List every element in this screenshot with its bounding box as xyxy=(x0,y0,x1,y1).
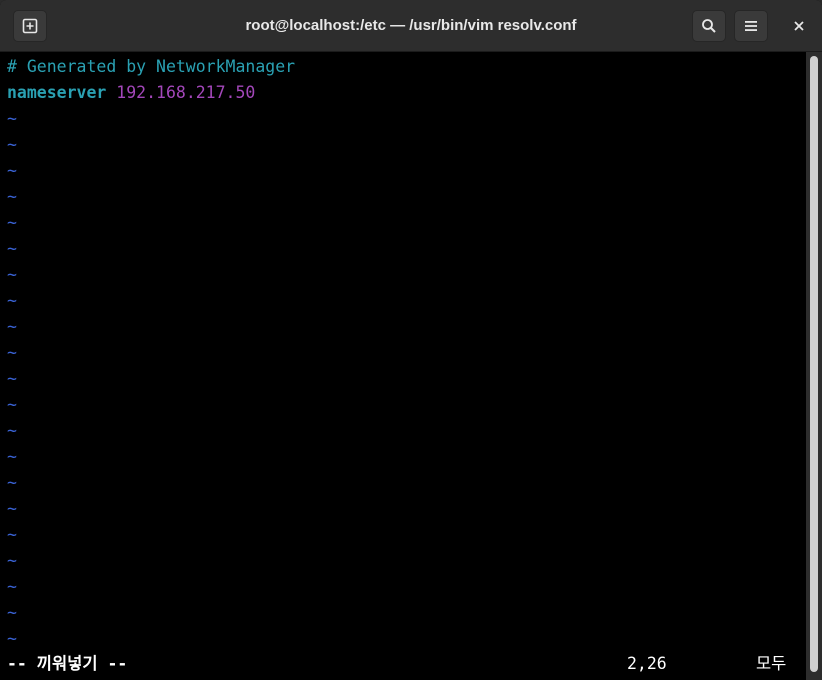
vertical-scrollbar[interactable] xyxy=(806,52,822,680)
vim-editor[interactable]: # Generated by NetworkManager nameserver… xyxy=(0,52,806,680)
close-button[interactable] xyxy=(782,10,816,42)
empty-line-marker: ~ xyxy=(7,343,17,362)
empty-line-marker: ~ xyxy=(7,109,17,128)
insert-mode-indicator: -- 끼워넣기 -- xyxy=(7,654,128,673)
search-button[interactable] xyxy=(692,10,726,42)
empty-line-marker: ~ xyxy=(7,265,17,284)
empty-line-marker: ~ xyxy=(7,499,17,518)
menu-button[interactable] xyxy=(734,10,768,42)
search-icon xyxy=(701,18,717,34)
empty-line-marker: ~ xyxy=(7,213,17,232)
title-bar: root@localhost:/etc — /usr/bin/vim resol… xyxy=(0,0,822,52)
empty-line-marker: ~ xyxy=(7,551,17,570)
empty-line-marker: ~ xyxy=(7,525,17,544)
empty-line-marker: ~ xyxy=(7,395,17,414)
empty-line-marker: ~ xyxy=(7,473,17,492)
empty-line-marker: ~ xyxy=(7,161,17,180)
empty-line-marker: ~ xyxy=(7,291,17,310)
empty-line-marker: ~ xyxy=(7,577,17,596)
scrollbar-thumb[interactable] xyxy=(810,56,818,672)
empty-line-marker: ~ xyxy=(7,135,17,154)
cursor-position: 2,26 xyxy=(627,654,667,673)
comment-line: # Generated by NetworkManager xyxy=(7,57,296,76)
nameserver-keyword: nameserver xyxy=(7,83,107,102)
empty-line-marker: ~ xyxy=(7,421,17,440)
terminal-window: root@localhost:/etc — /usr/bin/vim resol… xyxy=(0,0,822,680)
vim-status-line: -- 끼워넣기 -- 2,26 모두 xyxy=(0,651,806,677)
empty-line-marker: ~ xyxy=(7,629,17,648)
empty-line-marker: ~ xyxy=(7,447,17,466)
empty-line-marker: ~ xyxy=(7,369,17,388)
menu-icon xyxy=(744,20,758,32)
close-icon xyxy=(793,20,805,32)
empty-line-marker: ~ xyxy=(7,187,17,206)
nameserver-line: nameserver 192.168.217.50 xyxy=(7,80,255,106)
empty-line-marker: ~ xyxy=(7,239,17,258)
empty-line-marker: ~ xyxy=(7,603,17,622)
nameserver-ip: 192.168.217.50 xyxy=(116,83,256,102)
scroll-position: 모두 xyxy=(756,654,787,673)
empty-line-marker: ~ xyxy=(7,317,17,336)
